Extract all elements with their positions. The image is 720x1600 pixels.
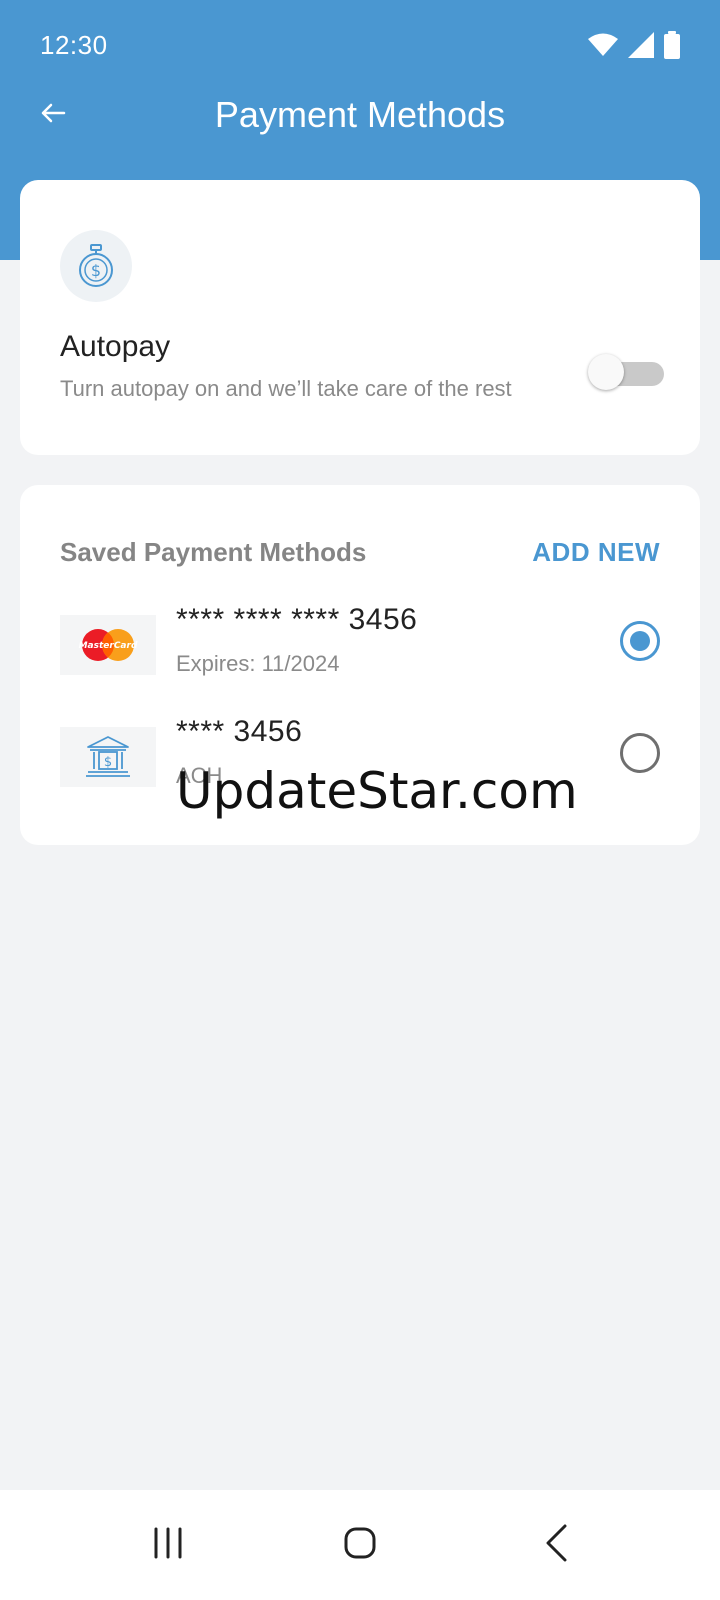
- svg-text:$: $: [104, 755, 112, 770]
- add-new-button[interactable]: ADD NEW: [532, 537, 660, 568]
- home-icon: [343, 1526, 377, 1565]
- radio-selected[interactable]: [620, 621, 660, 661]
- status-bar: 12:30: [0, 0, 720, 90]
- nav-back-button[interactable]: [516, 1510, 596, 1580]
- card-number: **** **** **** 3456: [176, 603, 418, 636]
- autopay-subtitle: Turn autopay on and we’ll take care of t…: [60, 376, 512, 401]
- wifi-icon: [588, 33, 618, 62]
- page-title: Payment Methods: [214, 94, 506, 135]
- stopwatch-dollar-icon: $: [60, 230, 132, 302]
- payment-method-row[interactable]: MasterCard **** **** **** 3456 Expires: …: [20, 603, 700, 703]
- watermark: UpdateStar.com: [176, 762, 578, 820]
- nav-back-icon: [543, 1523, 569, 1568]
- saved-methods-header: Saved Payment Methods: [60, 537, 367, 567]
- autopay-card: $ Autopay Turn autopay on and we’ll take…: [20, 180, 700, 455]
- svg-text:MasterCard: MasterCard: [79, 641, 138, 651]
- toggle-knob: [588, 354, 624, 390]
- navigation-bar: [0, 1490, 720, 1600]
- signal-icon: [628, 31, 654, 63]
- account-number: **** 3456: [176, 715, 303, 748]
- svg-text:$: $: [91, 261, 101, 280]
- home-button[interactable]: [320, 1510, 400, 1580]
- mastercard-logo: MasterCard: [60, 615, 156, 675]
- recents-icon: [150, 1527, 186, 1564]
- radio-unselected[interactable]: [620, 733, 660, 773]
- recents-button[interactable]: [128, 1510, 208, 1580]
- bank-icon: $: [60, 727, 156, 787]
- status-icons: [588, 30, 680, 64]
- battery-icon: [664, 30, 680, 64]
- status-time: 12:30: [40, 30, 108, 60]
- app-bar: Payment Methods: [0, 80, 720, 150]
- autopay-toggle[interactable]: [588, 350, 668, 394]
- card-expiry: Expires: 11/2024: [176, 651, 340, 676]
- autopay-title: Autopay: [60, 330, 171, 363]
